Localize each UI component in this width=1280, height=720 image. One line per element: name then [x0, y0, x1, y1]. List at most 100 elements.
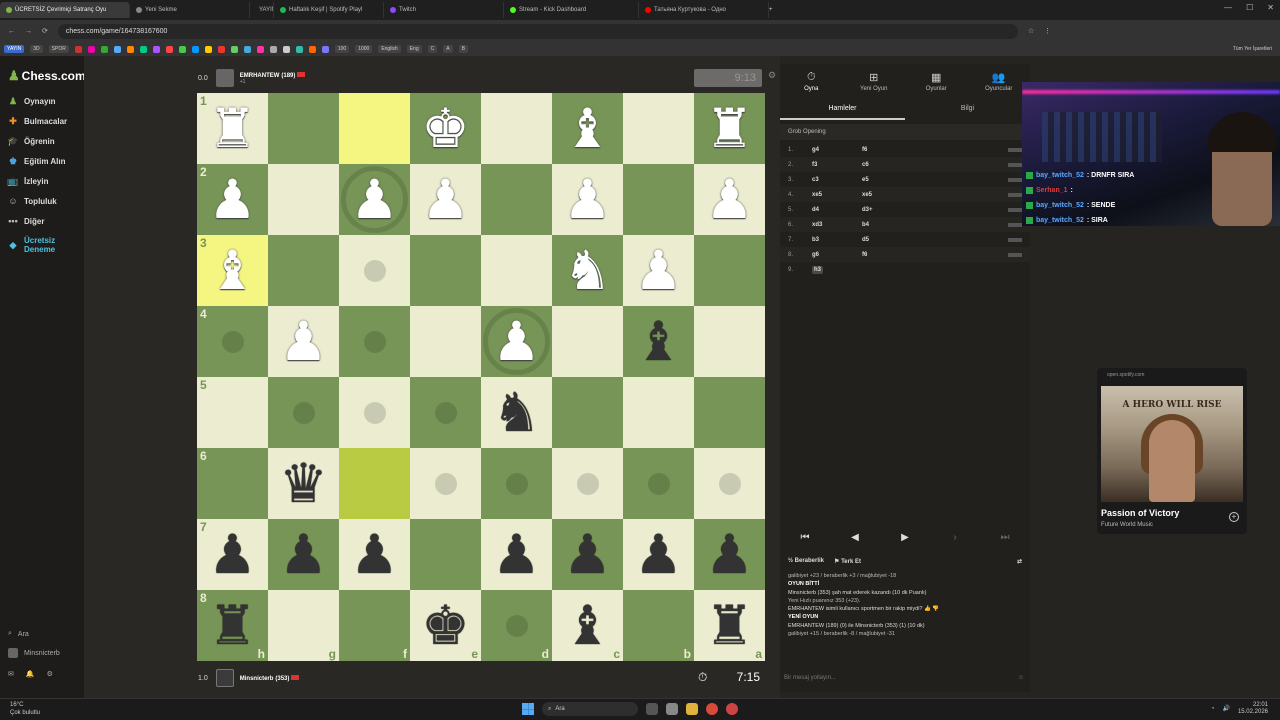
move-hint-dot[interactable]: [363, 330, 386, 353]
new-tab-icon[interactable]: +: [769, 7, 773, 13]
black-move[interactable]: b4: [862, 222, 912, 228]
chat-input[interactable]: Bir mesaj yollayın... ☺: [780, 670, 1030, 686]
player-name[interactable]: Minsnicterb: [240, 676, 274, 682]
white-pawn-icon[interactable]: ♟: [705, 173, 753, 227]
move-hint-dot[interactable]: [718, 472, 741, 495]
move-hint-dot[interactable]: [647, 472, 670, 495]
bookmark-favicon-icon[interactable]: [230, 45, 238, 53]
board-square[interactable]: ♝: [623, 306, 694, 377]
black-king-icon[interactable]: ♚: [421, 599, 469, 653]
board-square[interactable]: b: [623, 590, 694, 661]
settings-icon[interactable]: [666, 703, 678, 715]
white-rook-icon[interactable]: ♜: [208, 102, 256, 156]
board-square[interactable]: [623, 93, 694, 164]
board-square[interactable]: [268, 235, 339, 306]
chess-logo[interactable]: ♟ Chess.com: [8, 68, 86, 84]
black-knight-icon[interactable]: ♞: [492, 386, 540, 440]
board-square[interactable]: 8 h ♜: [197, 590, 268, 661]
bookmark-favicon-icon[interactable]: [217, 45, 225, 53]
board-square[interactable]: [410, 377, 481, 448]
sidebar-item-7[interactable]: ••• Diğer: [8, 216, 44, 226]
sidebar-item-5[interactable]: 📺 İzleyin: [7, 176, 48, 186]
board-square[interactable]: [694, 235, 765, 306]
board-square[interactable]: ♞: [552, 235, 623, 306]
mail-icon[interactable]: ✉: [8, 670, 14, 678]
move-hint-dot[interactable]: [221, 330, 244, 353]
bookmark-favicon-icon[interactable]: [269, 45, 277, 53]
board-square[interactable]: [552, 448, 623, 519]
white-knight-icon[interactable]: ♞: [563, 244, 611, 298]
menu-icon[interactable]: ⋮: [1044, 27, 1051, 35]
emoji-icon[interactable]: ☺: [1018, 675, 1024, 681]
board-square[interactable]: [552, 306, 623, 377]
board-square[interactable]: ♟: [268, 306, 339, 377]
bookmark-item[interactable]: 100: [334, 45, 350, 53]
board-square[interactable]: [552, 377, 623, 448]
bookmark-item[interactable]: B: [458, 45, 468, 53]
board-square[interactable]: 2 ♟: [197, 164, 268, 235]
board-square[interactable]: ♟: [694, 519, 765, 590]
board-square[interactable]: [481, 164, 552, 235]
board-square[interactable]: f: [339, 590, 410, 661]
file-explorer-icon[interactable]: [686, 703, 698, 715]
board-square[interactable]: [410, 235, 481, 306]
resign-button[interactable]: ⚑ Terk Et: [834, 558, 861, 565]
opponent-name[interactable]: EMRHANTEW: [240, 73, 280, 79]
board-square[interactable]: ♝: [552, 93, 623, 164]
bookmark-favicon-icon[interactable]: [204, 45, 212, 53]
bookmark-favicon-icon[interactable]: [191, 45, 199, 53]
board-square[interactable]: a ♜: [694, 590, 765, 661]
obs-icon[interactable]: [726, 703, 738, 715]
browser-tab[interactable]: Stream - Kick Dashboard: [504, 2, 639, 18]
sidebar-item-3[interactable]: 🎓 Öğrenin: [7, 136, 54, 146]
board-square[interactable]: [410, 519, 481, 590]
board-square[interactable]: 5: [197, 377, 268, 448]
opponent-avatar[interactable]: [215, 69, 234, 87]
sidebar-item-6[interactable]: ☺ Topluluk: [8, 196, 56, 206]
black-move[interactable]: d3+: [862, 207, 912, 213]
black-rook-icon[interactable]: ♜: [208, 599, 256, 653]
board-square[interactable]: d: [481, 590, 552, 661]
url-field[interactable]: chess.com/game/164738167600: [57, 23, 1018, 39]
bookmark-favicon-icon[interactable]: [243, 45, 251, 53]
white-pawn-icon[interactable]: ♟: [421, 173, 469, 227]
black-bishop-icon[interactable]: ♝: [634, 315, 682, 369]
bookmark-favicon-icon[interactable]: [256, 45, 264, 53]
subtab[interactable]: Hamleler: [780, 98, 905, 120]
board-square[interactable]: ♟: [339, 519, 410, 590]
star-icon[interactable]: ☆: [1028, 27, 1034, 35]
black-pawn-icon[interactable]: ♟: [705, 528, 753, 582]
bookmark-favicon-icon[interactable]: [282, 45, 290, 53]
black-move[interactable]: c6: [862, 162, 912, 168]
board-square[interactable]: ♟: [481, 519, 552, 590]
board-square[interactable]: 6: [197, 448, 268, 519]
white-pawn-icon[interactable]: ♟: [279, 315, 327, 369]
move-hint-dot[interactable]: [363, 259, 386, 282]
white-pawn-icon[interactable]: ♟: [634, 244, 682, 298]
bookmark-favicon-icon[interactable]: [74, 45, 82, 53]
sidebar-item-4[interactable]: ♚ Eğitim Alın: [8, 156, 66, 166]
board-square[interactable]: ♟: [623, 519, 694, 590]
black-pawn-icon[interactable]: ♟: [492, 528, 540, 582]
white-pawn-icon[interactable]: ♟: [208, 173, 256, 227]
black-rook-icon[interactable]: ♜: [705, 599, 753, 653]
bookmark-item[interactable]: C: [427, 45, 438, 53]
white-pawn-icon[interactable]: ♟: [563, 173, 611, 227]
board-square[interactable]: [481, 93, 552, 164]
bell-icon[interactable]: 🔔: [26, 670, 35, 678]
panel-tab[interactable]: ⏱ Oyna: [780, 64, 843, 98]
board-square[interactable]: 1 ♜: [197, 93, 268, 164]
board-square[interactable]: ♜: [694, 93, 765, 164]
bookmark-item[interactable]: English: [378, 45, 401, 53]
last-move-button[interactable]: ⏭: [985, 527, 1025, 547]
bookmark-item[interactable]: 1000: [355, 45, 373, 53]
black-pawn-icon[interactable]: ♟: [279, 528, 327, 582]
board-square[interactable]: ♟: [481, 306, 552, 377]
black-move[interactable]: e5: [862, 177, 912, 183]
white-bishop-icon[interactable]: ♝: [208, 244, 256, 298]
previous-move-button[interactable]: ◀: [835, 527, 875, 547]
bookmark-favicon-icon[interactable]: [308, 45, 316, 53]
move-hint-dot[interactable]: [505, 472, 528, 495]
board-square[interactable]: [623, 377, 694, 448]
board-square[interactable]: [410, 448, 481, 519]
